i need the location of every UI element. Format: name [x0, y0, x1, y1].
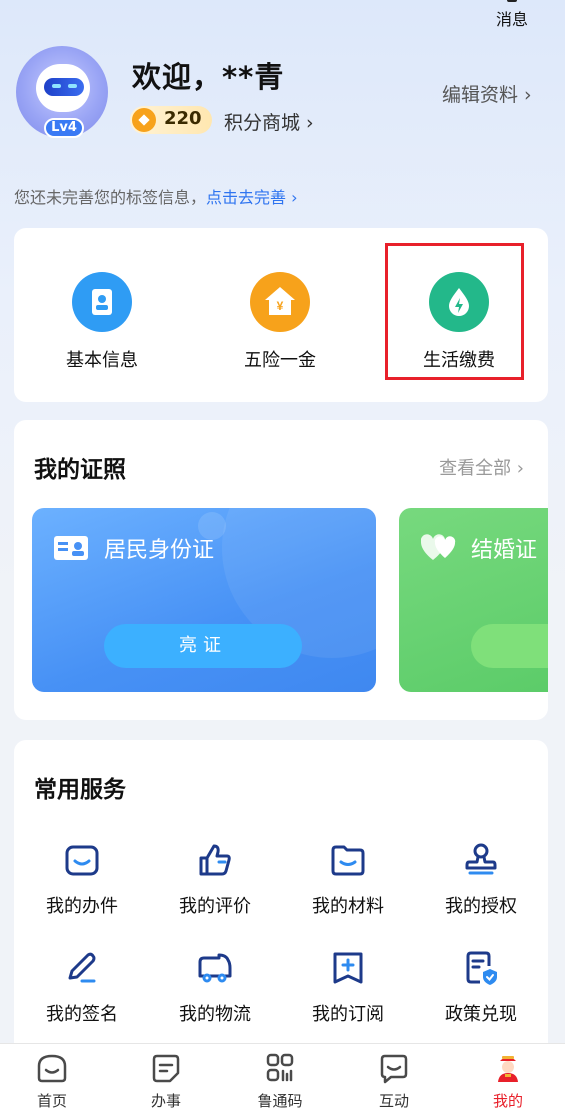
service-label: 我的办件 — [46, 896, 118, 917]
service-policy-redemption[interactable]: 政策兑现 — [421, 948, 541, 1026]
stamp-icon — [465, 843, 497, 875]
robot-eye-left — [52, 84, 61, 88]
quick-item-basic-info[interactable]: 基本信息 — [42, 272, 162, 372]
service-my-reviews[interactable]: 我的评价 — [155, 840, 275, 918]
messages-label[interactable]: 消息 — [496, 6, 528, 30]
service-label: 我的授权 — [445, 896, 517, 917]
service-label: 政策兑现 — [445, 1004, 517, 1025]
service-label: 我的评价 — [179, 896, 251, 917]
quick-item-label: 五险一金 — [244, 350, 316, 371]
points-badge[interactable]: 220 — [130, 106, 212, 134]
service-my-cases[interactable]: 我的办件 — [22, 840, 142, 918]
robot-visor — [44, 78, 84, 96]
tab-lutong-code[interactable]: 鲁通码 — [245, 1052, 315, 1111]
tag-hint: 您还未完善您的标签信息，点击去完善 › — [14, 184, 298, 208]
id-card-license[interactable]: 居民身份证 亮证 — [32, 508, 376, 692]
level-badge: Lv4 — [44, 118, 84, 138]
house-yuan-icon: ¥ — [250, 272, 310, 332]
services-title: 常用服务 — [34, 777, 126, 803]
svg-text:¥: ¥ — [277, 299, 284, 313]
folder-smile-icon — [65, 845, 99, 876]
tag-hint-text: 您还未完善您的标签信息， — [14, 188, 207, 207]
service-my-subscriptions[interactable]: 我的订阅 — [288, 948, 408, 1026]
marriage-show-button[interactable] — [471, 624, 548, 668]
task-icon — [152, 1054, 180, 1083]
tab-label: 办事 — [150, 1092, 181, 1110]
marriage-license-title: 结婚证 — [471, 538, 538, 563]
service-my-authorizations[interactable]: 我的授权 — [421, 840, 541, 918]
chat-icon — [380, 1054, 408, 1084]
truck-icon — [198, 953, 232, 983]
service-my-logistics[interactable]: 我的物流 — [155, 948, 275, 1026]
tab-interaction[interactable]: 互动 — [359, 1052, 429, 1111]
double-heart-icon — [421, 534, 456, 560]
folder-icon — [331, 845, 365, 876]
id-card-title: 居民身份证 — [104, 538, 215, 563]
document-shield-icon — [466, 951, 497, 985]
bottom-tab-bar: 首页 办事 鲁通码 互动 我的 — [0, 1043, 565, 1115]
coin-icon — [132, 108, 156, 132]
quick-item-label: 基本信息 — [66, 350, 138, 371]
id-badge-icon — [72, 272, 132, 332]
service-label: 我的签名 — [46, 1004, 118, 1025]
edit-profile-link[interactable]: 编辑资料 › — [442, 80, 532, 107]
show-license-button[interactable]: 亮证 — [104, 624, 302, 668]
quick-item-insurance[interactable]: ¥ 五险一金 — [220, 272, 340, 372]
tab-home[interactable]: 首页 — [17, 1052, 87, 1111]
tab-mine[interactable]: 我的 — [473, 1052, 543, 1111]
service-my-materials[interactable]: 我的材料 — [288, 840, 408, 918]
marriage-license[interactable]: 结婚证 — [399, 508, 548, 692]
home-icon — [37, 1054, 67, 1083]
bookmark-plus-icon — [333, 952, 363, 984]
highlight-box — [385, 243, 524, 380]
thumbs-up-icon — [199, 844, 231, 876]
message-icon[interactable] — [507, 0, 517, 2]
complete-tags-link[interactable]: 点击去完善 › — [206, 188, 298, 207]
service-label: 我的订阅 — [312, 1004, 384, 1025]
robot-eye-right — [68, 84, 77, 88]
service-label: 我的材料 — [312, 896, 384, 917]
qr-code-icon — [266, 1053, 294, 1082]
pen-icon — [68, 952, 96, 983]
tab-label: 首页 — [36, 1092, 67, 1110]
points-value: 220 — [164, 108, 202, 129]
service-label: 我的物流 — [179, 1004, 251, 1025]
service-my-signature[interactable]: 我的签名 — [22, 948, 142, 1026]
view-all-link[interactable]: 查看全部 › — [439, 454, 524, 480]
licenses-title: 我的证照 — [34, 457, 126, 483]
points-mall-link[interactable]: 积分商城 › — [224, 108, 314, 135]
welcome-text: 欢迎，**青 — [132, 60, 285, 94]
tab-label: 我的 — [492, 1092, 523, 1110]
tab-services[interactable]: 办事 — [131, 1052, 201, 1111]
id-card-icon — [54, 536, 88, 560]
tab-label: 互动 — [378, 1092, 409, 1110]
profile-mascot-icon — [498, 1056, 518, 1082]
services-card: 常用服务 我的办件 我的评价 我的材料 我的授权 我的签名 我的物流 我的订阅 … — [14, 740, 548, 1060]
tab-label: 鲁通码 — [257, 1092, 303, 1110]
